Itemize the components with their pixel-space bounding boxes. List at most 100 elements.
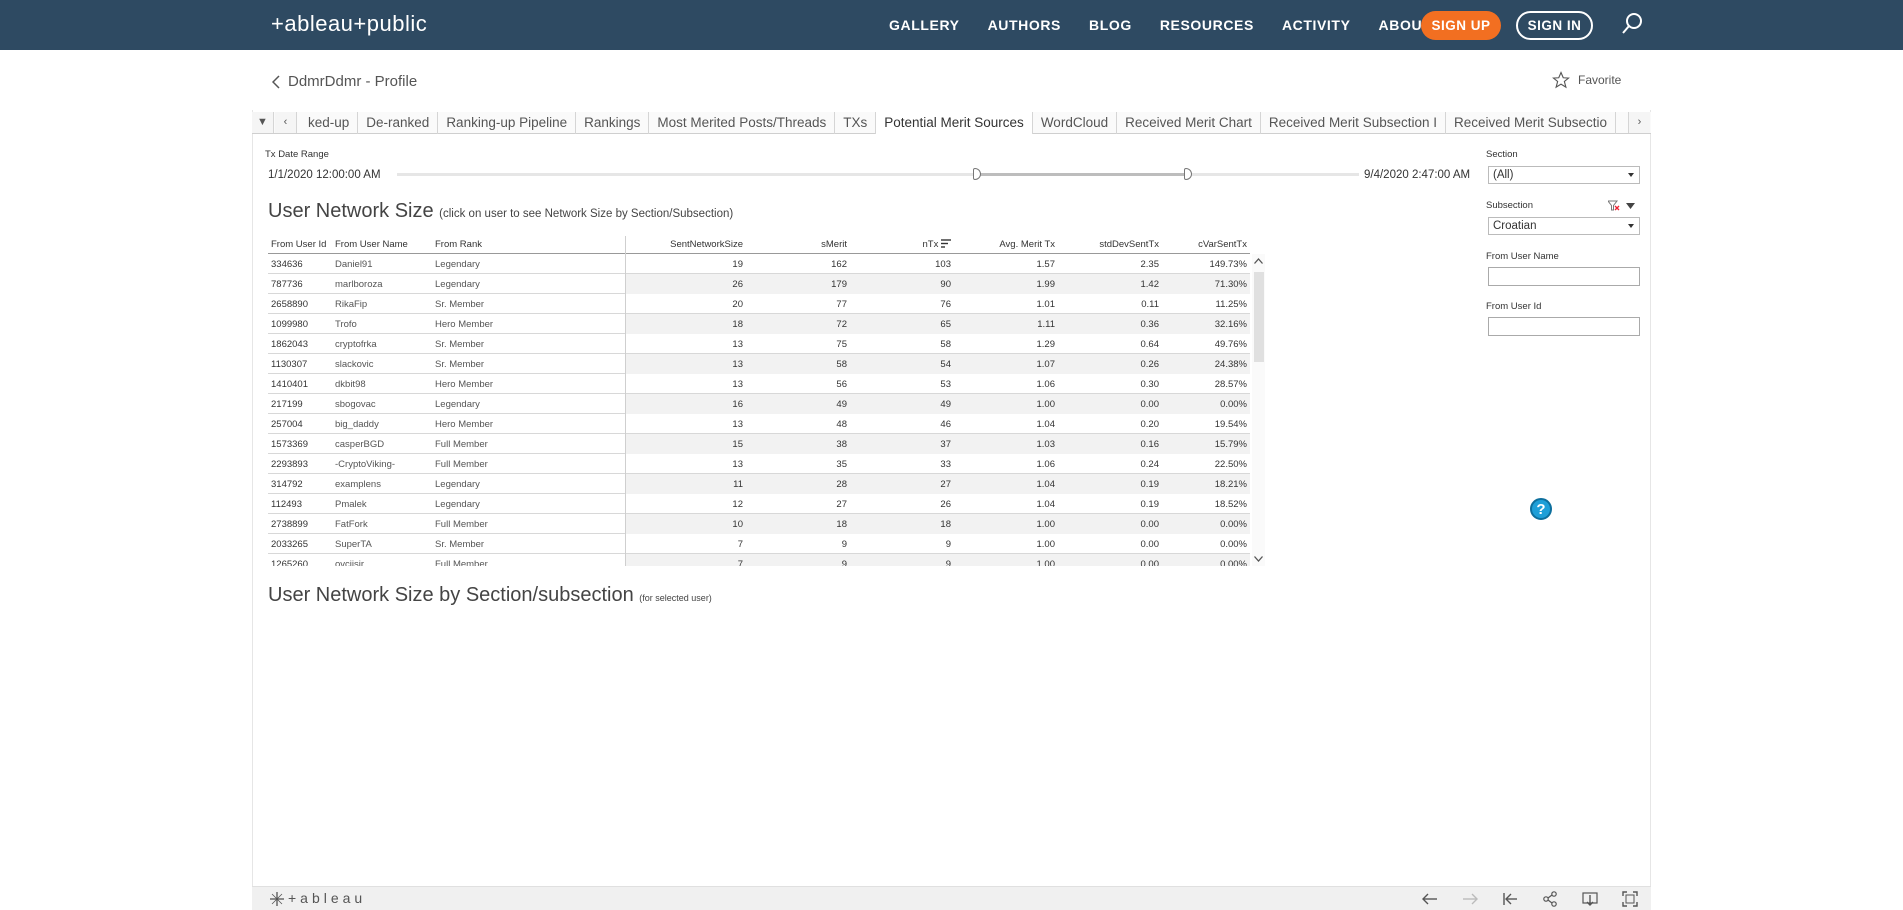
column-header-stddev-sent-tx[interactable]: stdDevSentTx (1099, 239, 1159, 250)
table-title-sub: (click on user to see Network Size by Se… (439, 208, 734, 220)
revert-icon[interactable] (1502, 891, 1518, 907)
column-header-from-user-name[interactable]: From User Name (335, 239, 408, 250)
column-header-ntx[interactable]: nTx (923, 239, 951, 250)
scroll-down-icon[interactable] (1254, 556, 1263, 562)
section-network-title-sub: (for selected user) (639, 593, 712, 603)
filter-menu-icon[interactable] (1626, 203, 1635, 209)
table-row[interactable]: 112493 Pmalek Legendary 12 27 26 1.04 0.19 18.52… (268, 494, 1250, 514)
table-row[interactable]: 1130307 slackovic Sr. Member 13 58 54 1.07 0.26… (268, 354, 1250, 374)
tab-wordcloud[interactable]: WordCloud (1033, 112, 1118, 134)
column-divider (625, 236, 626, 566)
table-row[interactable]: 217199 sbogovac Legendary 16 49 49 1.00 0.00 0.0… (268, 394, 1250, 414)
undo-icon[interactable] (1422, 891, 1438, 907)
table-row[interactable]: 2293893 -CryptoViking- Full Member 13 35 33 1.… (268, 454, 1250, 474)
tab-most-merited-posts[interactable]: Most Merited Posts/Threads (649, 112, 836, 134)
cell-avg-merit-tx: 1.01 (1036, 299, 1056, 310)
cell-ntx: 27 (940, 479, 951, 490)
cell-from-rank: Legendary (435, 279, 480, 290)
sign-up-button[interactable]: SIGN UP (1421, 11, 1501, 40)
table-row[interactable]: 257004 big_daddy Hero Member 13 48 46 1.04 0.20… (268, 414, 1250, 434)
table-row[interactable]: 1862043 cryptofrka Sr. Member 13 75 58 1.29 0.6… (268, 334, 1250, 354)
back-to-profile-link[interactable]: DdmrDdmr - Profile (272, 73, 417, 90)
sort-descending-icon[interactable] (941, 239, 951, 248)
search-icon[interactable] (1620, 12, 1644, 36)
column-header-cvar-sent-tx[interactable]: cVarSentTx (1198, 239, 1247, 250)
date-range-fill (977, 173, 1188, 176)
tab-ranking-up-pipeline[interactable]: Ranking-up Pipeline (438, 112, 577, 134)
table-row[interactable]: 314792 examplens Legendary 11 28 27 1.04 0.19 18… (268, 474, 1250, 494)
tab-scroll-right-button[interactable]: › (1628, 112, 1650, 133)
cell-cvar-sent-tx: 19.54% (1214, 419, 1247, 430)
table-row[interactable]: 787736 marlboroza Legendary 26 179 90 1.99 1.42… (268, 274, 1250, 294)
tableau-footer-logo[interactable]: +ableau (288, 890, 366, 906)
fullscreen-icon[interactable] (1622, 891, 1638, 907)
cell-from-rank: Hero Member (435, 419, 494, 430)
tab-menu-dropdown[interactable]: ▼ (252, 112, 274, 133)
table-row[interactable]: 1573369 casperBGD Full Member 15 38 37 1.03 0.1… (268, 434, 1250, 454)
table-row[interactable]: 334636 Daniel91 Legendary 19 162 103 1.57 2.35 1… (268, 254, 1250, 274)
cell-from-user-id: 112493 (271, 499, 302, 510)
tab-ranked-up[interactable]: ked-up (300, 112, 359, 134)
cell-smerit: 9 (841, 539, 847, 550)
nav-link-gallery[interactable]: GALLERY (889, 17, 960, 33)
table-row[interactable]: 1099980 Trofo Hero Member 18 72 65 1.11 0.36 32.… (268, 314, 1250, 334)
tab-potential-merit-sources[interactable]: Potential Merit Sources (876, 112, 1033, 134)
cell-from-user-name: sbogovac (335, 399, 376, 410)
tab-rankings[interactable]: Rankings (576, 112, 650, 134)
table-row[interactable]: 2738899 FatFork Full Member 10 18 18 1.00 0.00 0… (268, 514, 1250, 534)
clear-filter-icon[interactable] (1608, 200, 1620, 212)
tab-de-ranked[interactable]: De-ranked (358, 112, 439, 134)
chevron-down-icon (1628, 173, 1634, 177)
share-icon[interactable] (1542, 891, 1558, 907)
table-row[interactable]: 2033265 SuperTA Sr. Member 7 9 9 1.00 0.00 0.00% (268, 534, 1250, 554)
column-header-from-user-id[interactable]: From User Id (271, 239, 326, 250)
column-header-sent-network-size[interactable]: SentNetworkSize (670, 239, 743, 250)
sign-in-button[interactable]: SIGN IN (1516, 11, 1593, 40)
cell-avg-merit-tx: 1.04 (1036, 419, 1056, 430)
from-user-name-input[interactable] (1488, 267, 1640, 286)
tableau-public-logo[interactable]: +ableau+public (271, 11, 427, 37)
tab-received-merit-chart[interactable]: Received Merit Chart (1117, 112, 1261, 134)
nav-link-blog[interactable]: BLOG (1089, 17, 1132, 33)
cell-cvar-sent-tx: 18.52% (1214, 499, 1247, 510)
from-user-id-input[interactable] (1488, 317, 1640, 336)
nav-link-activity[interactable]: ACTIVITY (1282, 17, 1351, 33)
tab-received-merit-subsection-ii[interactable]: Received Merit Subsectio (1446, 112, 1617, 134)
redo-icon[interactable] (1462, 891, 1478, 907)
column-header-smerit[interactable]: sMerit (821, 239, 847, 250)
scroll-thumb[interactable] (1254, 272, 1264, 362)
table-title: User Network Size (click on user to see … (268, 200, 733, 223)
nav-links: GALLERY AUTHORS BLOG RESOURCES ACTIVITY … (889, 0, 1459, 50)
cell-stddev-sent-tx: 0.30 (1140, 379, 1160, 390)
tab-scroll-left-button[interactable]: ‹ (275, 112, 297, 133)
section-dropdown[interactable]: (All) (1488, 166, 1640, 184)
table-row[interactable]: 1410401 dkbit98 Hero Member 13 56 53 1.06 0.30 2… (268, 374, 1250, 394)
cell-from-user-name: Daniel91 (335, 259, 373, 270)
table-row[interactable]: 1265260 ovcijsir Full Member 7 9 9 1.00 0.00 0.0… (268, 554, 1250, 566)
column-header-from-rank[interactable]: From Rank (435, 239, 482, 250)
cell-stddev-sent-tx: 0.24 (1140, 459, 1160, 470)
help-icon[interactable]: ? (1530, 498, 1552, 520)
cell-cvar-sent-tx: 0.00% (1220, 559, 1247, 566)
date-range-slider[interactable] (397, 173, 1359, 176)
column-header-avg-merit-tx[interactable]: Avg. Merit Tx (999, 239, 1055, 250)
table-scrollbar[interactable] (1252, 254, 1265, 566)
section-network-title: User Network Size by Section/subsection … (268, 584, 712, 607)
scroll-up-icon[interactable] (1254, 258, 1263, 264)
cell-avg-merit-tx: 1.00 (1036, 399, 1056, 410)
download-icon[interactable] (1582, 891, 1598, 907)
subsection-selected-value: Croatian (1493, 220, 1537, 232)
cell-ntx: 9 (945, 539, 951, 550)
cell-ntx: 26 (940, 499, 951, 510)
table-row[interactable]: 2658890 RikaFip Sr. Member 20 77 76 1.01 0.11 11… (268, 294, 1250, 314)
nav-link-authors[interactable]: AUTHORS (988, 17, 1061, 33)
nav-link-resources[interactable]: RESOURCES (1160, 17, 1254, 33)
cell-from-rank: Full Member (435, 559, 488, 566)
tab-received-merit-subsection-i[interactable]: Received Merit Subsection I (1261, 112, 1446, 134)
top-nav: +ableau+public GALLERY AUTHORS BLOG RESO… (0, 0, 1903, 50)
subsection-dropdown[interactable]: Croatian (1488, 217, 1640, 235)
tab-txs[interactable]: TXs (835, 112, 877, 134)
favorite-button[interactable]: Favorite (1552, 71, 1621, 89)
cell-from-rank: Sr. Member (435, 339, 485, 350)
cell-ntx: 49 (940, 399, 951, 410)
